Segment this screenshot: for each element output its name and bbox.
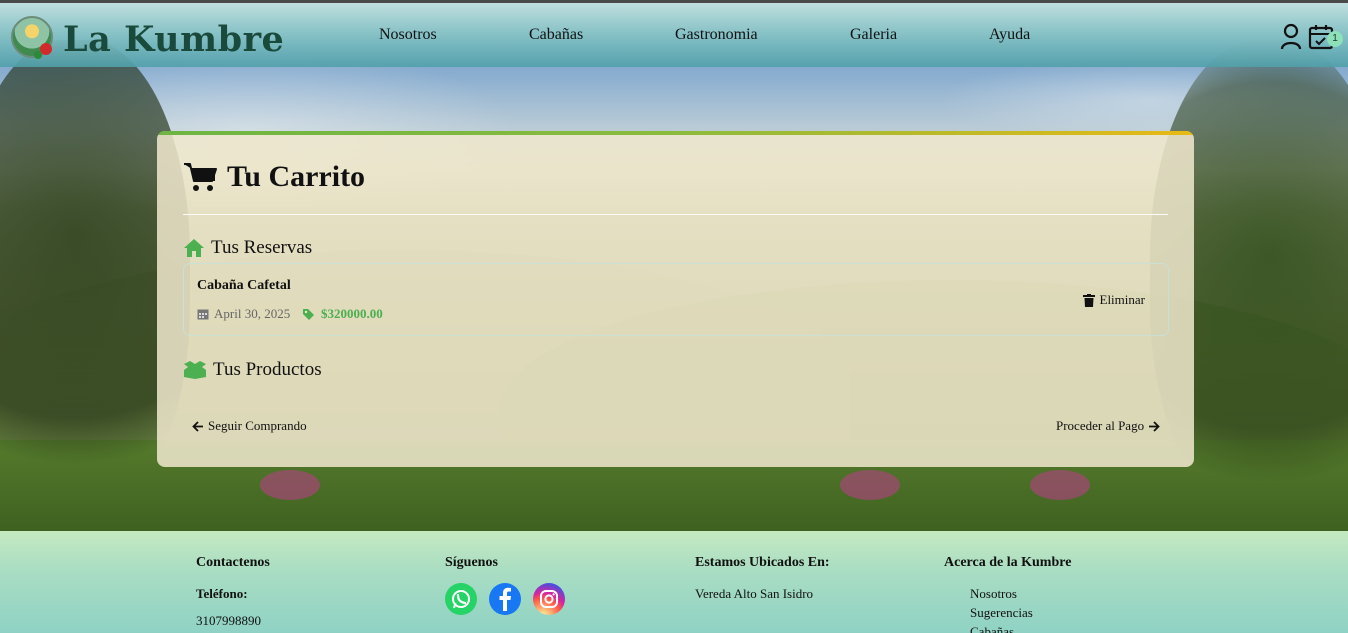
box-icon bbox=[184, 361, 206, 379]
contact-heading: Contactenos bbox=[196, 555, 270, 570]
cart-panel: Tu Carrito Tus Reservas Cabaña Cafetal A… bbox=[157, 131, 1194, 467]
card-accent-bar bbox=[157, 131, 1194, 135]
arrow-left-icon bbox=[192, 420, 203, 432]
cart-title-text: Tu Carrito bbox=[227, 160, 366, 193]
shopping-cart-icon bbox=[184, 163, 217, 191]
reservations-heading: Tus Reservas bbox=[183, 237, 312, 259]
cart-title: Tu Carrito bbox=[183, 157, 365, 197]
reservation-price: $320000.00 bbox=[302, 306, 383, 322]
follow-heading: Síguenos bbox=[445, 555, 498, 570]
reservation-item: Cabaña Cafetal April 30, 2025 $320000.00… bbox=[183, 263, 1169, 336]
nav-link-cabanas[interactable]: Cabañas bbox=[529, 26, 583, 44]
calendar-icon bbox=[197, 309, 209, 320]
window-top-border bbox=[0, 0, 1348, 3]
location-heading: Estamos Ubicados En: bbox=[695, 555, 830, 570]
proceed-to-payment-button[interactable]: Proceder al Pago bbox=[1056, 418, 1160, 434]
arrow-right-icon bbox=[1149, 420, 1160, 432]
phone-label: Teléfono: bbox=[196, 586, 248, 601]
nav-link-gastronomia[interactable]: Gastronomia bbox=[675, 26, 758, 44]
footer-link-cabanas[interactable]: Cabañas bbox=[970, 624, 1014, 633]
phone-value: 3107998890 bbox=[196, 613, 261, 628]
nav-link-ayuda[interactable]: Ayuda bbox=[989, 26, 1030, 44]
divider bbox=[183, 214, 1168, 215]
delete-reservation-button[interactable]: Eliminar bbox=[1082, 292, 1145, 308]
reservation-name: Cabaña Cafetal bbox=[197, 278, 291, 293]
instagram-icon[interactable] bbox=[533, 583, 565, 615]
site-header: La Kumbre Nosotros Cabañas Gastronomia G… bbox=[0, 3, 1348, 67]
brand-name[interactable]: La Kumbre bbox=[63, 19, 284, 60]
nav-link-nosotros[interactable]: Nosotros bbox=[379, 26, 437, 44]
footer-link-sugerencias[interactable]: Sugerencias bbox=[970, 605, 1033, 621]
user-icon[interactable] bbox=[1280, 23, 1302, 51]
trash-icon bbox=[1082, 293, 1095, 307]
whatsapp-icon[interactable] bbox=[445, 583, 477, 615]
products-heading: Tus Productos bbox=[183, 359, 322, 381]
location-value: Vereda Alto San Isidro bbox=[695, 586, 814, 601]
about-heading: Acerca de la Kumbre bbox=[944, 555, 1072, 570]
reservation-date: April 30, 2025 bbox=[197, 306, 290, 322]
site-footer: Contactenos Teléfono: 3107998890 Sígueno… bbox=[0, 531, 1348, 633]
price-tag-icon bbox=[303, 308, 314, 320]
continue-shopping-button[interactable]: Seguir Comprando bbox=[192, 418, 307, 434]
footer-link-nosotros[interactable]: Nosotros bbox=[970, 586, 1017, 602]
nav-link-galeria[interactable]: Galeria bbox=[850, 26, 897, 44]
cart-count-badge: 1 bbox=[1327, 31, 1343, 47]
home-icon bbox=[184, 239, 204, 257]
facebook-icon[interactable] bbox=[489, 583, 521, 615]
